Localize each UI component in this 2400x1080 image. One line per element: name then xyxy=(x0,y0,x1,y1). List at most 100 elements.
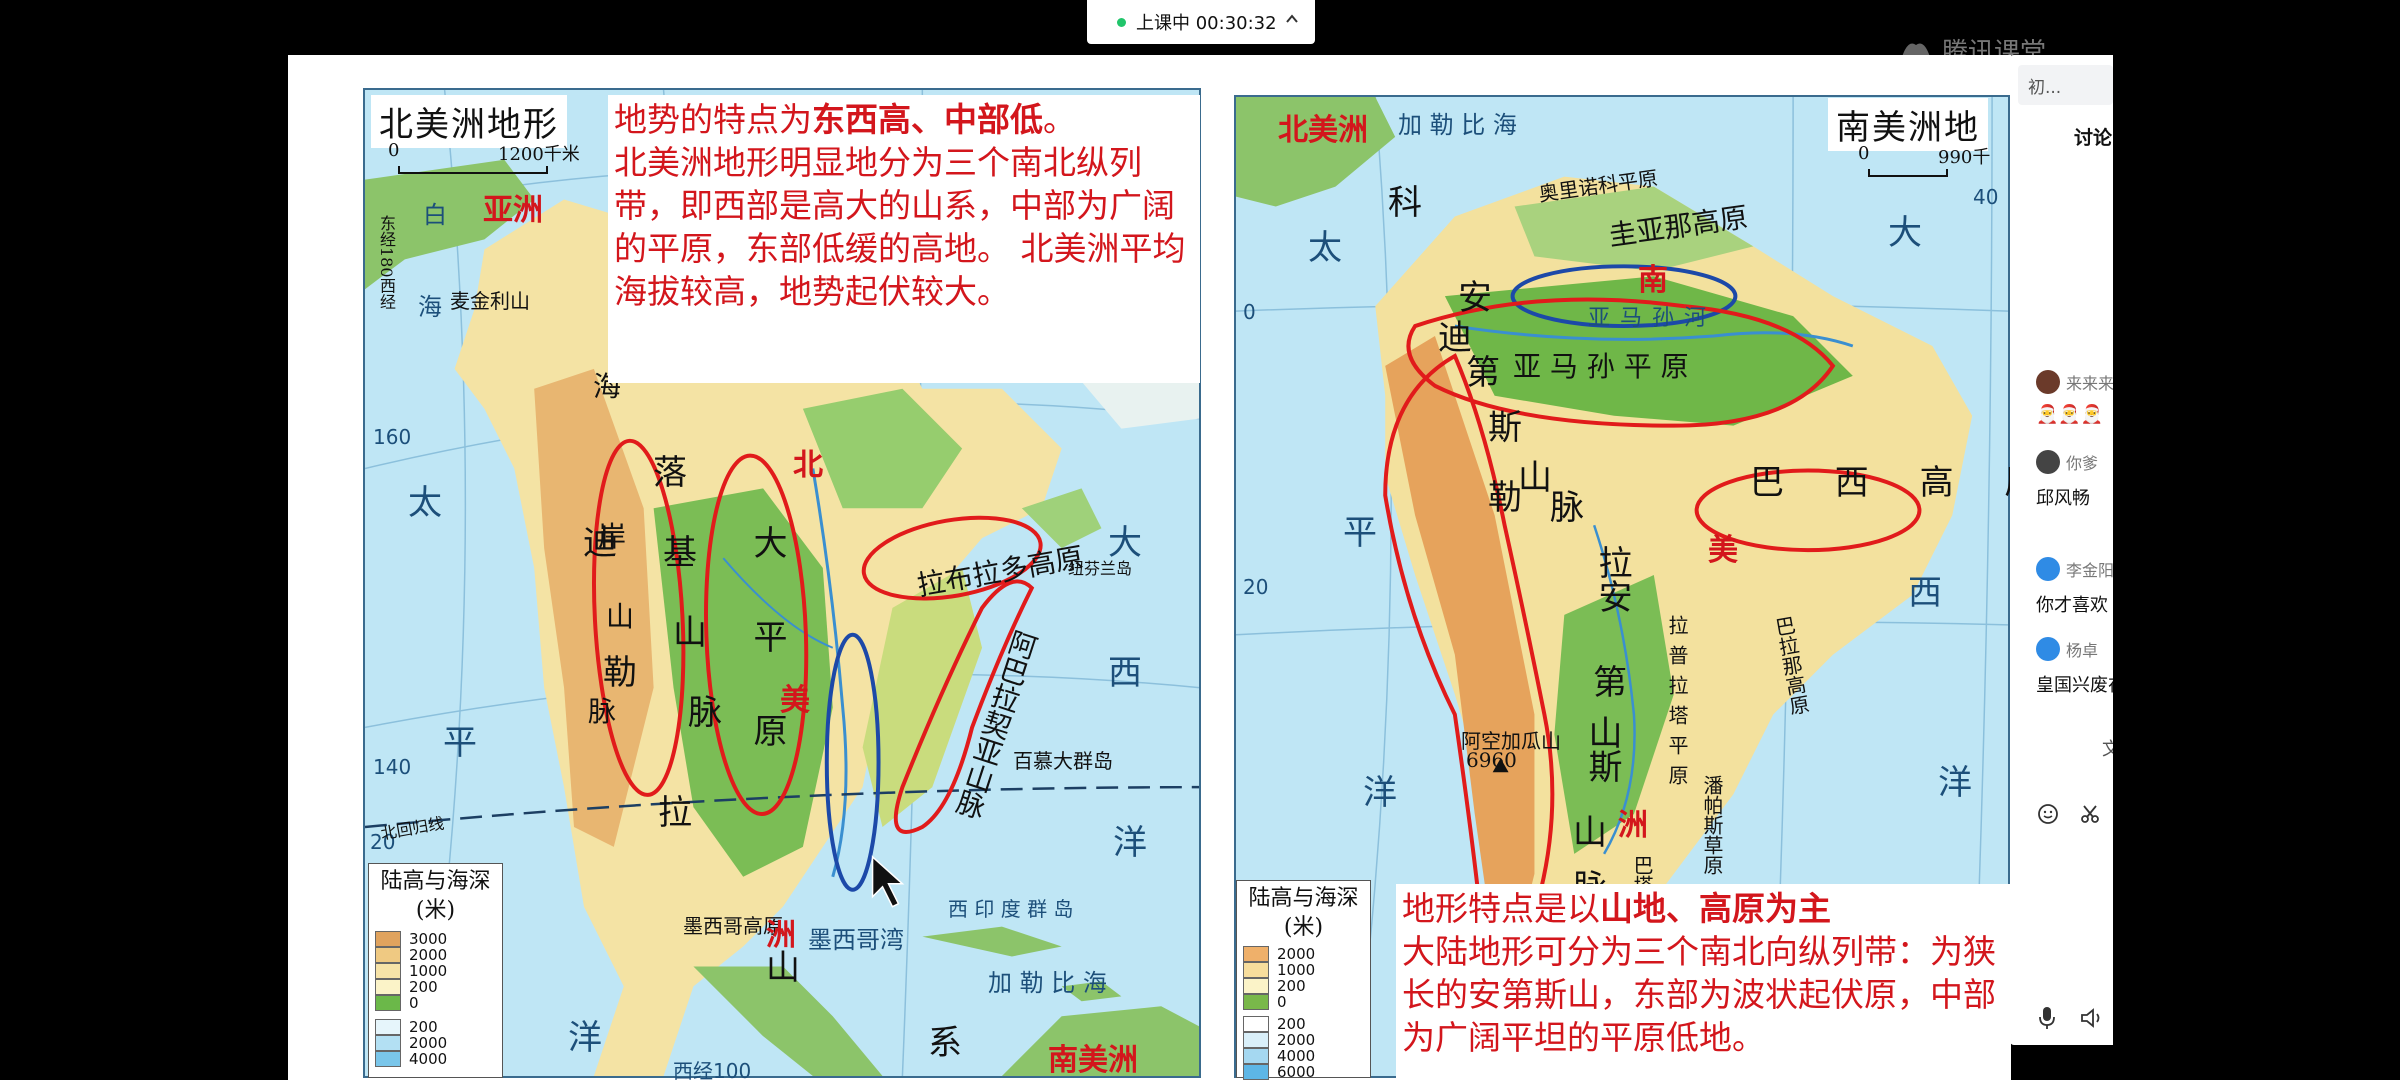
na-legend-land-label: 0 xyxy=(409,994,419,1013)
na-legend-sea-label: 4000 xyxy=(409,1050,448,1069)
label-mai: 脉 xyxy=(588,695,617,728)
chat-text: 🎅🎅🎅 xyxy=(2036,404,2104,425)
sa-legend-land-swatch xyxy=(1243,962,1269,979)
label-nan: 南 xyxy=(1638,263,1668,298)
class-status-pill[interactable]: 上课中 00:30:32 xyxy=(1087,0,1315,44)
sa-scale-max: 990千 xyxy=(1938,147,1991,168)
label-sa-xi: 西 xyxy=(1908,573,1942,613)
speaker-icon[interactable] xyxy=(2080,1007,2104,1029)
label-bei: 北 xyxy=(793,448,823,483)
na-legend-land-swatch xyxy=(375,931,401,948)
label-amazon-river: 亚马孙河 xyxy=(1588,306,1717,331)
label-caribbean: 加 勒 比 海 xyxy=(988,969,1107,997)
scissors-icon[interactable] xyxy=(2079,803,2101,825)
panel-search-input[interactable]: 初... xyxy=(2018,65,2113,105)
sa-scale-zero: 0 xyxy=(1858,143,1870,164)
label-la-an: 拉安 xyxy=(1592,545,1632,613)
south-america-explanation: 地形特点是以山地、高原为主 大陆地形可分为三个南北向纵列带：为狭长的安第斯山，东… xyxy=(1396,884,2010,1080)
na-legend-land-swatch xyxy=(375,979,401,996)
label-sa-shan: 山 xyxy=(1573,813,1607,853)
sa-legend-sea-label: 6000 xyxy=(1277,1063,1316,1080)
label-sa-da: 大 xyxy=(1888,213,1922,253)
avatar[interactable] xyxy=(2036,637,2060,661)
label-sa-lon-40: 40 xyxy=(1973,185,1999,209)
na-explanation-bold: 东西高、中部低 xyxy=(812,100,1043,139)
label-bermuda: 百慕大群岛 xyxy=(1013,749,1113,773)
label-mei: 美 xyxy=(780,683,810,718)
label-lon-160: 160 xyxy=(373,425,412,449)
label-north-america: 北美洲 xyxy=(1278,113,1368,148)
microphone-icon[interactable] xyxy=(2037,1005,2057,1031)
scale-max: 1200千米 xyxy=(498,144,580,165)
na-legend-sea-row: 4000 xyxy=(375,1050,496,1069)
chat-message: 杨卓 皇国兴废在 xyxy=(2036,637,2113,697)
south-america-legend: 陆高与海深 (米) 2000 1000 200 0 200 2000 4000 6000 xyxy=(1236,880,1371,1080)
label-bai: 白 xyxy=(423,201,447,229)
label-ke: 科 xyxy=(1388,183,1422,223)
label-south-america: 南美洲 xyxy=(1048,1043,1138,1078)
chat-message: 你爹 邱风畅 xyxy=(2036,450,2098,510)
na-legend-sea-swatch xyxy=(375,1035,401,1052)
sa-legend-land-swatch xyxy=(1243,994,1269,1011)
na-legend-land-swatch xyxy=(375,963,401,980)
label-di: 第 xyxy=(1593,663,1627,703)
sa-legend-sea-row: 2000 xyxy=(1243,1031,1364,1049)
chat-message: 李金阳 你才喜欢 xyxy=(2036,557,2113,617)
label-yang: 洋 xyxy=(568,1018,602,1058)
label-west-indies: 西 印 度 群 岛 xyxy=(948,897,1074,921)
sa-legend-land-row: 200 xyxy=(1243,977,1364,995)
sa-explanation-prefix: 地形特点是以 xyxy=(1402,889,1600,928)
emoji-icon[interactable] xyxy=(2037,803,2059,825)
scale-zero: 0 xyxy=(388,140,400,161)
sa-legend-title: 陆高与海深 (米) xyxy=(1248,886,1359,940)
label-west: 西 xyxy=(1108,653,1142,693)
chat-sender: 来来来 xyxy=(2066,374,2113,393)
label-laplata-plain: 拉普拉塔平原 xyxy=(1665,615,1689,795)
sa-legend-land-swatch xyxy=(1243,946,1269,963)
label-andes-7: 脉 xyxy=(1550,488,1584,528)
label-brazil-plateau: 巴 西 高 原 xyxy=(1750,463,2011,503)
legend-title: 陆高与海深 (米) xyxy=(380,869,491,923)
label-dateline: 东经180西经 xyxy=(377,215,396,310)
na-legend-land-row: 0 xyxy=(375,994,496,1013)
chat-sender: 李金阳 xyxy=(2066,561,2113,580)
sa-legend-sea-swatch xyxy=(1243,1032,1269,1049)
sa-legend-sea-swatch xyxy=(1243,1064,1269,1080)
sa-legend-land-row: 0 xyxy=(1243,993,1364,1011)
tab-discussion[interactable]: 讨论 xyxy=(2074,123,2112,150)
na-legend-sea-swatch xyxy=(375,1019,401,1036)
avatar[interactable] xyxy=(2036,557,2060,581)
north-america-legend: 陆高与海深 (米) 3000 2000 1000 200 0 200 2000 4000 xyxy=(368,863,503,1078)
chevron-up-icon[interactable] xyxy=(1285,12,1299,26)
na-legend-sea-row: 2000 xyxy=(375,1034,496,1052)
avatar[interactable] xyxy=(2036,450,2060,474)
label-sa-tai: 太 xyxy=(1308,228,1342,268)
chat-sender: 杨卓 xyxy=(2066,641,2099,660)
label-sa-yang2: 洋 xyxy=(1938,763,1972,803)
label-sa-yang: 洋 xyxy=(1363,773,1397,813)
discussion-panel: 初... 讨论 来来来 🎅🎅🎅 你爹 邱风畅 李金阳 你才喜欢 杨卓 皇国兴废在… xyxy=(2010,55,2113,1045)
label-la: 拉 xyxy=(658,793,692,833)
label-da: 大 xyxy=(1108,523,1142,563)
label-rockies-1: 落 xyxy=(653,453,687,493)
sa-legend-land-swatch xyxy=(1243,978,1269,995)
sa-legend-land-row: 1000 xyxy=(1243,961,1364,979)
na-legend-land-swatch xyxy=(375,995,401,1012)
na-legend-sea-swatch xyxy=(375,1051,401,1068)
sa-legend-land-rows: 2000 1000 200 0 xyxy=(1243,945,1364,1011)
label-mckinley: 麦金利山 xyxy=(450,289,530,313)
sa-explanation-body: 大陆地形可分为三个南北向纵列带：为狭长的安第斯山，东部为波状起伏原，中部为广阔平… xyxy=(1402,931,1996,1057)
sa-legend-sea-swatch xyxy=(1243,1016,1269,1033)
na-legend-land-row: 200 xyxy=(375,978,496,996)
label-sa-ping: 平 xyxy=(1343,513,1377,553)
avatar[interactable] xyxy=(2036,370,2060,394)
sa-legend-sea-row: 200 xyxy=(1243,1015,1364,1033)
sa-legend-sea-rows: 200 2000 4000 6000 xyxy=(1243,1015,1364,1080)
sa-legend-sea-row: 6000 xyxy=(1243,1063,1364,1080)
live-dot-icon xyxy=(1117,17,1126,27)
na-explanation-suffix: 。 xyxy=(1043,100,1076,139)
na-explanation-prefix: 地势的特点为 xyxy=(614,100,812,139)
sa-legend-sea-row: 4000 xyxy=(1243,1047,1364,1065)
label-yang2: 洋 xyxy=(1113,823,1147,863)
label-sa-caribbean: 加 勒 比 海 xyxy=(1398,111,1517,139)
